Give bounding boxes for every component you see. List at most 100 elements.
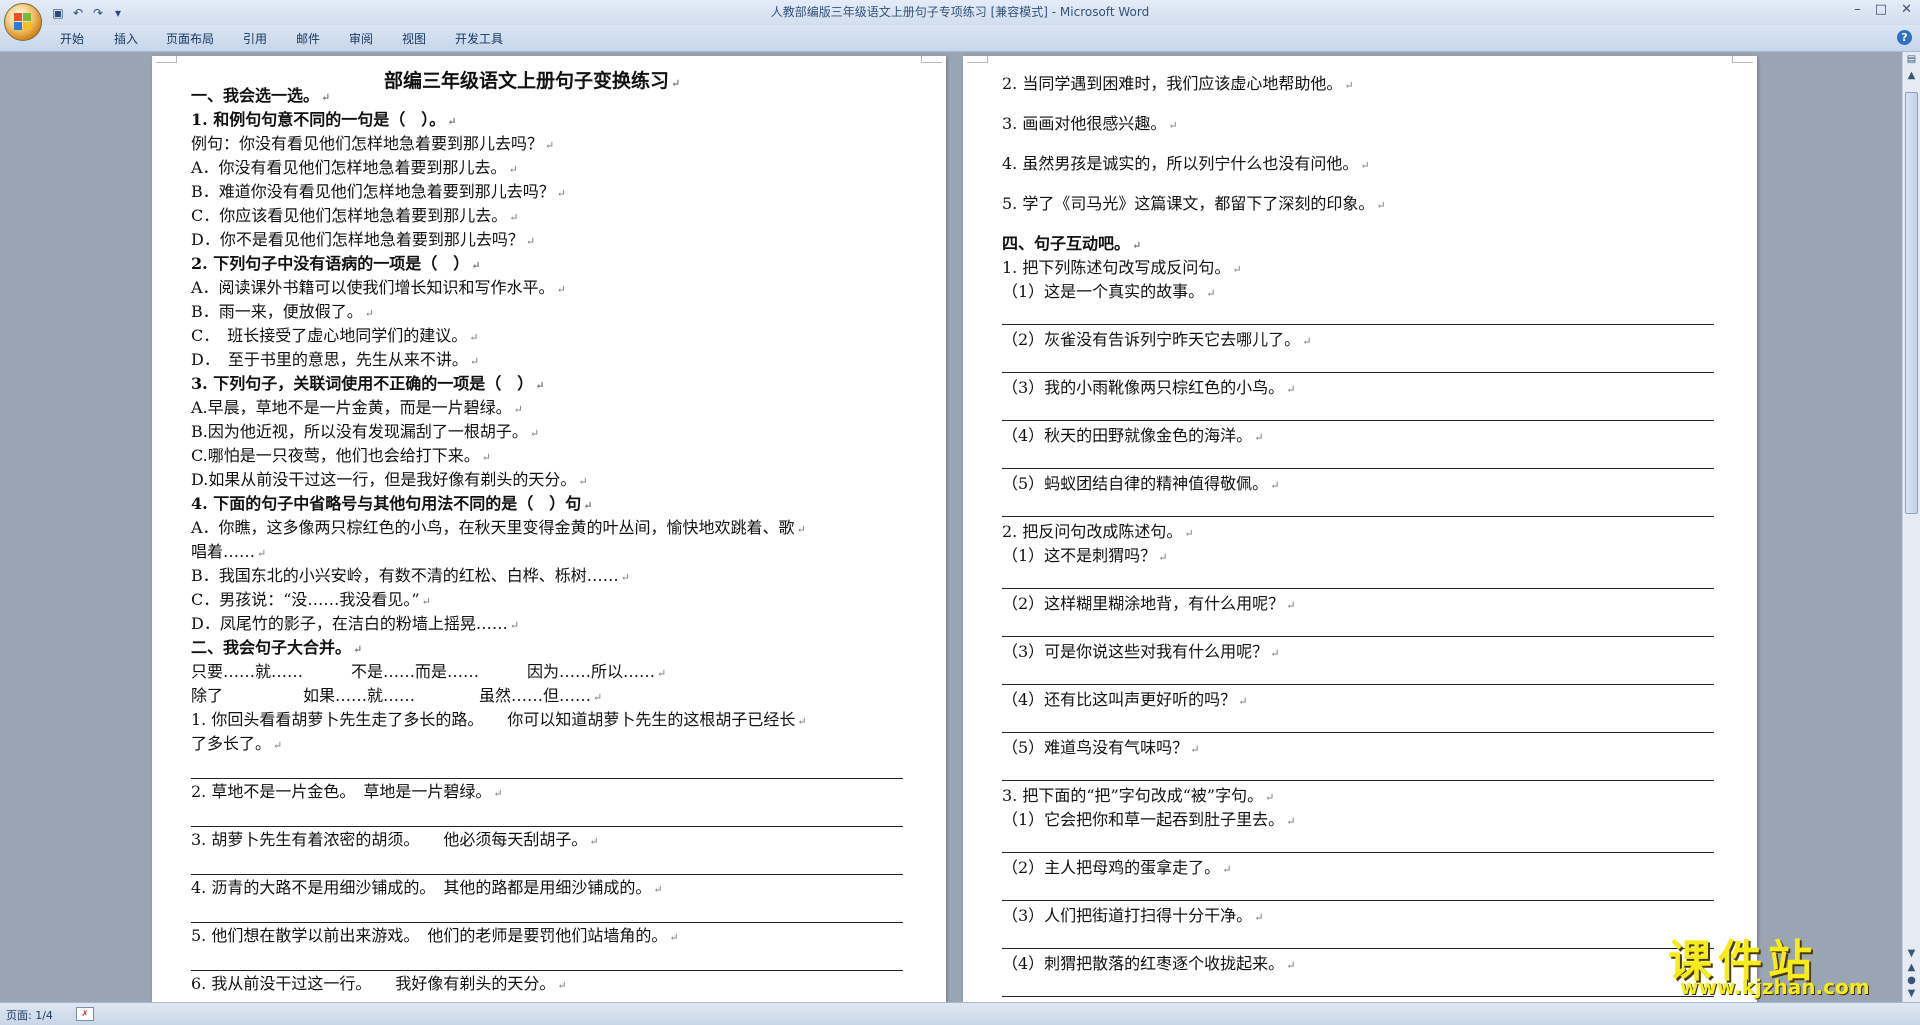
text-line: D．凤尾竹的影子，在洁白的粉墙上摇晃…… ↵ xyxy=(191,614,520,633)
text-line: C.哪怕是一只夜莺，他们也会给打下来。 ↵ xyxy=(191,446,491,465)
window-title: 人教部编版三年级语文上册句子专项练习 [兼容模式] - Microsoft Wo… xyxy=(770,5,1150,19)
text-line: 3. 胡萝卜先生有着浓密的胡须。 他必须每天刮胡子。 ↵ xyxy=(191,830,599,849)
browse-object-icon[interactable]: ● xyxy=(1906,975,1917,986)
text-line: D． 至于书里的意思，先生从来不讲。 ↵ xyxy=(191,350,480,369)
answer-line[interactable] xyxy=(1002,852,1714,853)
answer-line[interactable] xyxy=(1002,732,1714,733)
proofing-icon[interactable]: ✗ xyxy=(76,1007,94,1021)
answer-line[interactable] xyxy=(1002,372,1714,373)
undo-icon[interactable]: ↶ xyxy=(70,5,86,21)
answer-line[interactable] xyxy=(1002,900,1714,901)
save-icon[interactable]: ▣ xyxy=(50,5,66,21)
status-bar: 页面: 1/4 ✗ xyxy=(0,1002,1920,1025)
next-page-icon[interactable]: ▼ xyxy=(1906,988,1917,999)
text-line: B.因为他近视，所以没有发现漏刮了一根胡子。 ↵ xyxy=(191,422,540,441)
crop-mark xyxy=(921,56,942,63)
text-line: （1）这不是刺猬吗？ ↵ xyxy=(1002,546,1168,565)
minimize-icon[interactable]: – xyxy=(1854,2,1861,17)
answer-line[interactable] xyxy=(1002,684,1714,685)
text-line: 2. 当同学遇到困难时，我们应该虚心地帮助他。 ↵ xyxy=(1002,74,1354,93)
text-line: A.早晨，草地不是一片金黄，而是一片碧绿。 ↵ xyxy=(191,398,523,417)
text-line: （4）还有比这叫声更好听的吗？ ↵ xyxy=(1002,690,1248,709)
answer-line[interactable] xyxy=(1002,636,1714,637)
answer-line[interactable] xyxy=(1002,324,1714,325)
text-line: 2. 把反问句改成陈述句。 ↵ xyxy=(1002,522,1194,541)
answer-line[interactable] xyxy=(1002,420,1714,421)
site-watermark: 课件站 www.kjzhan.com xyxy=(1662,925,1902,1001)
help-icon[interactable]: ? xyxy=(1897,30,1912,45)
scroll-up-icon[interactable]: ▲ xyxy=(1906,70,1917,81)
scrollbar-thumb[interactable] xyxy=(1905,92,1918,514)
tab-review[interactable]: 审阅 xyxy=(349,30,373,47)
window-controls: – □ ✕ xyxy=(1854,2,1912,17)
text-line: （2）这样糊里糊涂地背，有什么用呢？ ↵ xyxy=(1002,594,1296,613)
section-heading: 2. 下列句子中没有语病的一项是（ ） ↵ xyxy=(191,254,481,273)
text-line: A．你没有看见他们怎样地急着要到那儿去。 ↵ xyxy=(191,158,518,177)
section-heading: 4. 下面的句子中省略号与其他句用法不同的是（ ）句 ↵ xyxy=(191,494,593,513)
document-page-1[interactable]: 部编三年级语文上册句子变换练习 ↵ 一、我会选一选。 ↵ 1. 和例句句意不同的一句是… xyxy=(152,56,946,1003)
text-line: A．你瞧，这多像两只棕红色的小鸟，在秋天里变得金黄的叶丛间，愉快地欢跳着、歌 ↵ xyxy=(191,518,806,537)
redo-icon[interactable]: ↷ xyxy=(90,5,106,21)
text-line: 3. 画画对他很感兴趣。 ↵ xyxy=(1002,114,1178,133)
text-line: （1）它会把你和草一起吞到肚子里去。 ↵ xyxy=(1002,810,1296,829)
crop-mark xyxy=(1732,56,1753,63)
text-line: （2）灰雀没有告诉列宁昨天它去哪儿了。 ↵ xyxy=(1002,330,1312,349)
text-line: 1. 把下列陈述句改写成反问句。 ↵ xyxy=(1002,258,1242,277)
text-line: 只要……就…… 不是……而是…… 因为……所以…… ↵ xyxy=(191,662,667,681)
text-line: C． 班长接受了虚心地同学们的建议。 ↵ xyxy=(191,326,479,345)
document-page-2[interactable]: 2. 当同学遇到困难时，我们应该虚心地帮助他。 ↵ 3. 画画对他很感兴趣。 ↵ 4. … xyxy=(963,56,1757,1003)
restore-icon[interactable]: □ xyxy=(1875,2,1887,17)
text-line: 4. 虽然男孩是诚实的，所以列宁什么也没有问他。 ↵ xyxy=(1002,154,1370,173)
answer-line[interactable] xyxy=(1002,948,1714,949)
text-line: （4）秋天的田野就像金色的海洋。 ↵ xyxy=(1002,426,1264,445)
tab-references[interactable]: 引用 xyxy=(243,30,267,47)
text-line: B．我国东北的小兴安岭，有数不清的红松、白桦、栎树…… ↵ xyxy=(191,566,630,585)
answer-line[interactable] xyxy=(1002,588,1714,589)
tab-developer[interactable]: 开发工具 xyxy=(455,30,503,47)
text-line: B．雨一来，便放假了。 ↵ xyxy=(191,302,374,321)
close-icon[interactable]: ✕ xyxy=(1901,2,1912,17)
text-line: A．阅读课外书籍可以使我们增长知识和写作水平。 ↵ xyxy=(191,278,566,297)
previous-page-icon[interactable]: ▲ xyxy=(1906,962,1917,973)
tab-insert[interactable]: 插入 xyxy=(114,30,138,47)
document-title: 部编三年级语文上册句子变换练习 ↵ xyxy=(384,70,681,92)
tab-view[interactable]: 视图 xyxy=(402,30,426,47)
text-line: 3. 把下面的“把”字句改成“被”字句。 ↵ xyxy=(1002,786,1275,805)
vertical-scrollbar[interactable]: ▤ ▲ ▼ ▲ ● ▼ xyxy=(1902,52,1920,1003)
crop-mark xyxy=(156,56,177,63)
text-line: 4. 沥青的大路不是用细沙铺成的。 其他的路都是用细沙铺成的。 ↵ xyxy=(191,878,663,897)
text-line: （3）我的小雨靴像两只棕红色的小鸟。 ↵ xyxy=(1002,378,1296,397)
customize-qat-icon[interactable]: ▾ xyxy=(110,5,126,21)
text-line: C．男孩说：“没……我没看见。” ↵ xyxy=(191,590,431,609)
section-heading: 四、句子互动吧。 ↵ xyxy=(1002,234,1142,253)
text-line: 1. 你回头看看胡萝卜先生走了多长的路。 你可以知道胡萝卜先生的这根胡子已经长 ↵ xyxy=(191,710,807,729)
text-line: （2）主人把母鸡的蛋拿走了。 ↵ xyxy=(1002,858,1232,877)
answer-line[interactable] xyxy=(1002,996,1714,997)
tab-page-layout[interactable]: 页面布局 xyxy=(166,30,214,47)
watermark-url: www.kjzhan.com xyxy=(1680,975,1870,999)
page-indicator[interactable]: 页面: 1/4 xyxy=(6,1007,53,1023)
tab-home[interactable]: 开始 xyxy=(60,30,84,47)
text-line: D．你不是看见他们怎样地急着要到那儿去吗？ ↵ xyxy=(191,230,536,249)
section-heading: 一、我会选一选。 ↵ xyxy=(191,86,331,105)
text-line: D.如果从前没干过这一行，但是我好像有剃头的天分。 ↵ xyxy=(191,470,588,489)
crop-mark xyxy=(967,56,988,63)
answer-line[interactable] xyxy=(1002,516,1714,517)
document-area: 部编三年级语文上册句子变换练习 ↵ 一、我会选一选。 ↵ 1. 和例句句意不同的一句是… xyxy=(0,52,1903,1003)
office-logo-icon xyxy=(14,13,32,31)
text-line: （5）难道鸟没有气味吗？ ↵ xyxy=(1002,738,1200,757)
section-heading: 3. 下列句子，关联词使用不正确的一项是（ ） ↵ xyxy=(191,374,545,393)
text-line: C．你应该看见他们怎样地急着要到那儿去。 ↵ xyxy=(191,206,519,225)
text-line: 5. 他们想在散学以前出来游戏。 他们的老师是要罚他们站墙角的。 ↵ xyxy=(191,926,679,945)
office-button[interactable] xyxy=(4,3,42,41)
text-line: 5. 学了《司马光》这篇课文，都留下了深刻的印象。 ↵ xyxy=(1002,194,1386,213)
text-line: 2. 草地不是一片金色。 草地是一片碧绿。 ↵ xyxy=(191,782,503,801)
scroll-down-icon[interactable]: ▼ xyxy=(1906,948,1917,959)
text-line: （4）刺猬把散落的红枣逐个收拢起来。 ↵ xyxy=(1002,954,1296,973)
text-line: （1）这是一个真实的故事。 ↵ xyxy=(1002,282,1216,301)
text-line: 唱着…… ↵ xyxy=(191,542,267,561)
ruler-toggle-icon[interactable]: ▤ xyxy=(1906,54,1917,65)
answer-line[interactable] xyxy=(1002,468,1714,469)
answer-line[interactable] xyxy=(1002,780,1714,781)
tab-mailings[interactable]: 邮件 xyxy=(296,30,320,47)
